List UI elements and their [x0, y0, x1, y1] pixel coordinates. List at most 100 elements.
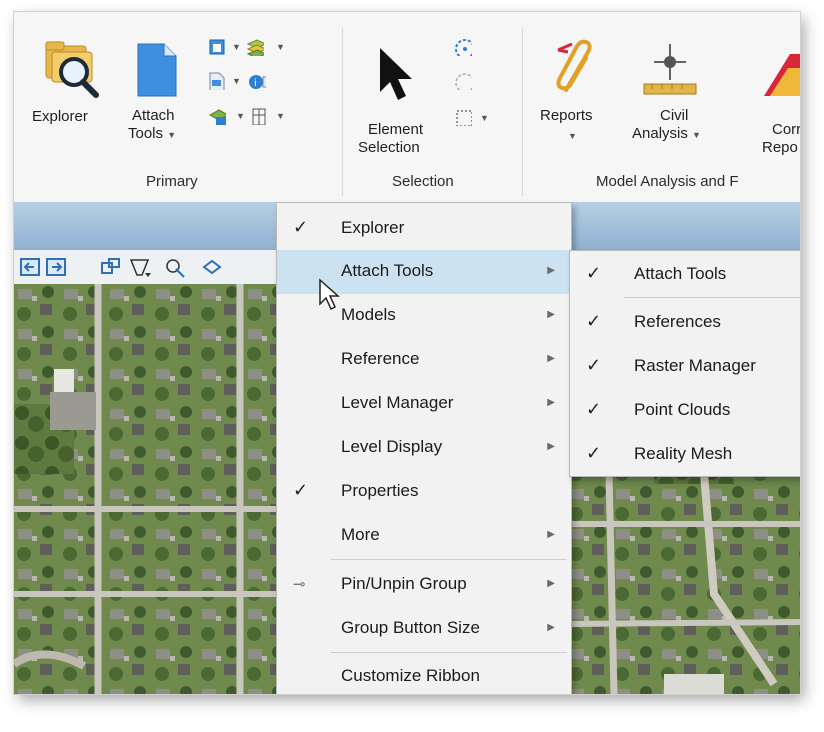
menu-item-label: Level Display — [341, 437, 443, 456]
previous-view-icon[interactable] — [20, 258, 40, 276]
attach-tools-label-1: Attach — [132, 107, 175, 124]
pin-icon: ⊸ — [293, 576, 306, 593]
view-rotate-icon[interactable] — [100, 257, 122, 277]
menu-item-label: Attach Tools — [341, 261, 434, 280]
menu-separator — [331, 559, 567, 560]
menu-item-more[interactable]: More ▶ — [277, 514, 571, 558]
menu-item-group-button-size[interactable]: Group Button Size ▶ — [277, 607, 571, 651]
level-info-icon[interactable] — [208, 107, 226, 125]
check-icon: ✓ — [293, 480, 309, 500]
layers-icon[interactable] — [246, 38, 264, 56]
menu-item-label: Models — [341, 305, 396, 324]
menu-item-properties[interactable]: ✓ Properties — [277, 470, 571, 514]
view-box-icon[interactable] — [208, 38, 226, 56]
menu-item-reference[interactable]: Reference ▶ — [277, 338, 571, 382]
select-box-dropdown-icon[interactable]: ▼ — [480, 113, 489, 123]
grid-tool-icon[interactable] — [250, 107, 268, 125]
submenu-item-label: Point Clouds — [634, 400, 731, 419]
screenshot-frame: Explorer Attach Tools ▼ ▼ ▼ ▼ i ▼ ▼ Prim… — [14, 12, 800, 694]
submenu-item-label: Reality Mesh — [634, 444, 733, 463]
civil-analysis-label-2: Analysis ▼ — [632, 125, 701, 144]
layers-dropdown-icon[interactable]: ▼ — [276, 42, 285, 52]
menu-item-label: Level Manager — [341, 393, 454, 412]
check-icon: ✓ — [293, 217, 309, 237]
submenu-arrow-icon: ▶ — [547, 441, 555, 452]
reports-dropdown-icon: ▼ — [568, 131, 577, 141]
submenu-item-label: References — [634, 312, 721, 331]
submenu-item-raster-manager[interactable]: ✓ Raster Manager — [570, 345, 800, 389]
submenu-arrow-icon: ▶ — [547, 353, 555, 364]
page-icon[interactable] — [208, 72, 226, 90]
submenu-arrow-icon: ▶ — [547, 578, 555, 589]
group-label-selection: Selection — [392, 173, 454, 190]
submenu-item-attach-tools[interactable]: ✓ Attach Tools — [570, 253, 800, 297]
target-ruler-icon — [643, 44, 697, 95]
page-dropdown-icon[interactable]: ▼ — [232, 76, 241, 86]
corridor-report-icon — [764, 54, 800, 96]
menu-separator — [331, 652, 567, 653]
menu-item-label: Explorer — [341, 218, 405, 237]
submenu-arrow-icon: ▶ — [547, 622, 555, 633]
menu-item-explorer[interactable]: ✓ Explorer — [277, 207, 571, 251]
explorer-label: Explorer — [32, 108, 88, 125]
civil-analysis-button[interactable]: Civil Analysis ▼ — [626, 32, 712, 162]
reports-label: Reports — [540, 107, 593, 124]
mouse-cursor-icon — [319, 278, 340, 311]
submenu-item-label: Raster Manager — [634, 356, 756, 375]
select-box-icon[interactable] — [454, 108, 472, 126]
menu-item-level-display[interactable]: Level Display ▶ — [277, 426, 571, 470]
corridor-report-button[interactable]: Corr Repo — [742, 32, 800, 162]
menu-item-label: More — [341, 525, 380, 544]
reports-button[interactable]: Reports ▼ — [538, 32, 614, 162]
attach-tools-label-2: Tools ▼ — [128, 125, 176, 144]
corridor-report-label-2: Repo — [762, 139, 798, 156]
ribbon: Explorer Attach Tools ▼ ▼ ▼ ▼ i ▼ ▼ Prim… — [14, 12, 800, 203]
paperclip-icon — [556, 39, 592, 92]
check-icon: ✓ — [586, 443, 602, 463]
menu-item-label: Pin/Unpin Group — [341, 574, 467, 593]
element-selection-button[interactable]: Element Selection — [354, 32, 436, 162]
grid-tool-dropdown-icon[interactable]: ▼ — [276, 111, 285, 121]
menu-item-customize-ribbon[interactable]: Customize Ribbon — [277, 655, 571, 694]
clip-volume-icon[interactable] — [164, 257, 188, 279]
next-view-icon[interactable] — [46, 258, 66, 276]
view-box-dropdown-icon[interactable]: ▼ — [232, 42, 241, 52]
submenu-arrow-icon: ▶ — [547, 397, 555, 408]
ribbon-context-menu: ✓ Explorer Attach Tools ▶ Models ▶ Refer… — [276, 202, 572, 694]
view-clip-icon[interactable] — [128, 257, 152, 279]
corridor-report-label-1: Corr — [772, 121, 800, 138]
submenu-item-label: Attach Tools — [634, 264, 727, 283]
submenu-arrow-icon: ▶ — [547, 529, 555, 540]
check-icon: ✓ — [586, 399, 602, 419]
info-props-icon[interactable]: i — [248, 72, 266, 90]
attach-tools-label-2-text: Tools — [128, 125, 164, 142]
level-info-dropdown-icon[interactable]: ▼ — [236, 111, 245, 121]
submenu-item-references[interactable]: ✓ References — [570, 301, 800, 345]
menu-item-pin-unpin-group[interactable]: ⊸ Pin/Unpin Group ▶ — [277, 563, 571, 607]
check-icon: ✓ — [586, 263, 602, 283]
menu-item-level-manager[interactable]: Level Manager ▶ — [277, 382, 571, 426]
attach-tools-submenu: ✓ Attach Tools ✓ References ✓ Raster Man… — [569, 250, 800, 477]
menu-item-label: Group Button Size — [341, 618, 480, 637]
document-icon — [137, 43, 177, 97]
attach-tools-button[interactable]: Attach Tools ▼ — [126, 32, 186, 162]
group-divider — [522, 28, 523, 196]
dropdown-caret-icon: ▼ — [167, 130, 177, 140]
clip-face-icon[interactable] — [200, 257, 224, 279]
element-selection-label-1: Element — [368, 121, 424, 138]
submenu-arrow-icon: ▶ — [547, 309, 555, 320]
check-icon: ✓ — [586, 355, 602, 375]
menu-item-label: Reference — [341, 349, 420, 368]
select-lasso-icon[interactable] — [454, 72, 472, 90]
explorer-button[interactable]: Explorer — [28, 32, 112, 152]
svg-text:i: i — [254, 78, 257, 89]
submenu-item-point-clouds[interactable]: ✓ Point Clouds — [570, 389, 800, 433]
check-icon: ✓ — [586, 311, 602, 331]
select-circle-icon[interactable] — [454, 38, 472, 56]
group-label-primary: Primary — [146, 173, 198, 190]
submenu-arrow-icon: ▶ — [547, 265, 555, 276]
group-divider — [342, 28, 343, 196]
element-selection-label-2: Selection — [358, 139, 420, 156]
menu-separator — [624, 297, 800, 298]
submenu-item-reality-mesh[interactable]: ✓ Reality Mesh — [570, 433, 800, 477]
